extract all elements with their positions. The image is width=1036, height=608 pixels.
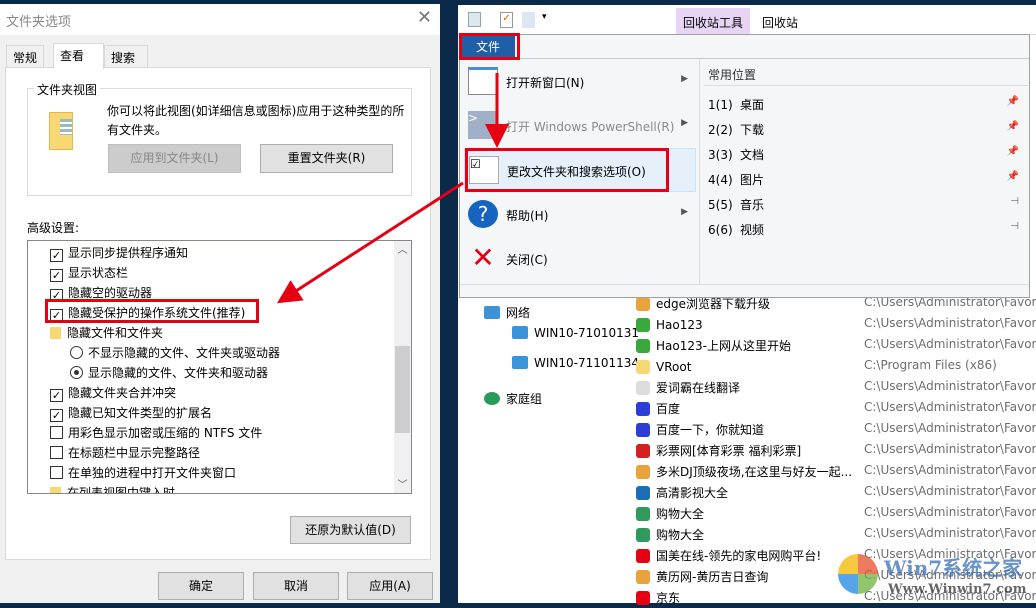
tab-view[interactable]: 查看 bbox=[53, 43, 104, 69]
annotation-arrows bbox=[276, 73, 509, 304]
arrow-to-setting bbox=[276, 181, 464, 304]
